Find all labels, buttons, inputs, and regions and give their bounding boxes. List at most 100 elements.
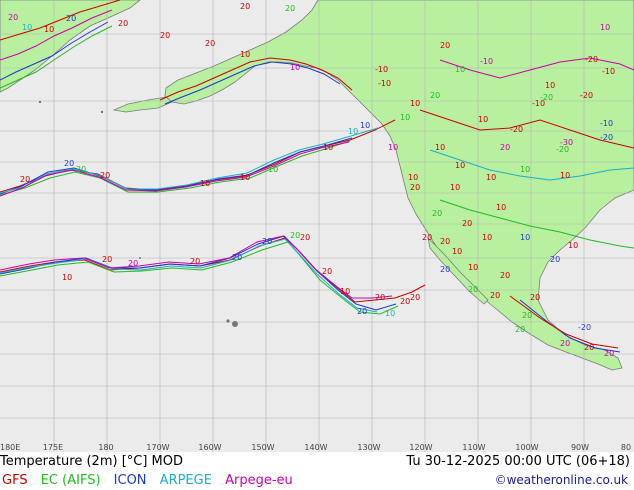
contour-value-label: 20 — [422, 233, 432, 242]
contour-value-label: -20 — [585, 55, 598, 64]
contour-value-label: 10 — [450, 183, 460, 192]
contour-value-label: 10 — [22, 23, 32, 32]
contour-value-label: 10 — [240, 50, 250, 59]
hawaii-island-big — [232, 321, 238, 327]
aleutian-island-2 — [100, 110, 104, 114]
contour-value-label: 10 — [468, 263, 478, 272]
contour-value-label: 20 — [160, 31, 170, 40]
contour-value-label: 10 — [323, 143, 333, 152]
weather-map-figure: 20 20 20 10 10 20 20 20 20 10 10 -10 20 10 10 -20 -20 -10… — [0, 0, 634, 490]
contour-value-label: 10 — [452, 247, 462, 256]
contour-value-label: 10 — [385, 309, 395, 318]
contour-value-label: 20 — [66, 14, 76, 23]
valid-time: Tu 30-12-2025 00:00 UTC (06+18) — [406, 454, 630, 469]
contour-value-label: 10 — [340, 287, 350, 296]
contour-value-label: -20 — [510, 125, 523, 134]
contour-value-label: -10 — [602, 67, 615, 76]
legend-gfs: GFS — [2, 473, 28, 488]
contour-value-label: 20 — [440, 265, 450, 274]
legend-icon: ICON — [113, 473, 147, 488]
contour-value-label: 10 — [520, 165, 530, 174]
contour-value-label: 10 — [408, 173, 418, 182]
contour-value-label: 20 — [205, 39, 215, 48]
lon-tick-label: 170W — [146, 443, 169, 452]
hawaii-island-small — [226, 319, 230, 323]
lon-tick-label: 175E — [43, 443, 63, 452]
contour-value-label: 20 — [240, 2, 250, 11]
contour-value-label: 10 — [486, 173, 496, 182]
contour-value-label: 10 — [200, 179, 210, 188]
contour-value-label: 20 — [322, 267, 332, 276]
contour-value-label: 20 — [262, 237, 272, 246]
contour-value-label: 20 — [102, 255, 112, 264]
contour-value-label: 20 — [190, 257, 200, 266]
contour-value-label: 20 — [560, 339, 570, 348]
contour-value-label: 10 — [496, 203, 506, 212]
contour-value-label: 20 — [285, 4, 295, 13]
contour-value-label: -10 — [600, 119, 613, 128]
contour-value-label: 20 — [490, 291, 500, 300]
contour-value-label: 20 — [500, 143, 510, 152]
contour-value-label: 20 — [604, 349, 614, 358]
contour-value-label: 10 — [545, 81, 555, 90]
contour-value-label: 20 — [468, 285, 478, 294]
contour-value-label: 10 — [520, 233, 530, 242]
contour-value-label: 10 — [348, 127, 358, 136]
contour-value-label: 20 — [300, 233, 310, 242]
contour-value-label: -20 — [556, 145, 569, 154]
lon-tick-label: 180E — [0, 443, 20, 452]
contour-value-label: 10 — [478, 115, 488, 124]
lon-tick-label: 160W — [198, 443, 221, 452]
legend-arpege-eu: Arpege-eu — [225, 473, 293, 488]
contour-value-label: 10 — [600, 23, 610, 32]
lon-tick-label: 180 — [98, 443, 113, 452]
contour-value-label: 20 — [515, 325, 525, 334]
contour-value-label: 10 — [44, 25, 54, 34]
aleutian-island-1 — [38, 100, 42, 104]
contour-value-label: -20 — [578, 323, 591, 332]
legend-arpege: ARPEGE — [159, 473, 212, 488]
contour-value-label: -10 — [375, 65, 388, 74]
contour-value-label: 20 — [76, 165, 86, 174]
contour-value-label: 20 — [530, 293, 540, 302]
contour-value-label: 20 — [432, 209, 442, 218]
contour-value-label: 10 — [410, 99, 420, 108]
contour-value-label: 10 — [290, 63, 300, 72]
contour-value-label: 20 — [20, 175, 30, 184]
contour-value-label: -20 — [600, 133, 613, 142]
temperature-contour-map: 20 202010 10202020201010 -10201010-20-20-10… — [0, 0, 634, 452]
contour-value-label: 10 — [568, 241, 578, 250]
contour-value-label: 20 — [410, 293, 420, 302]
contour-value-label: 20 — [64, 159, 74, 168]
contour-value-label: 20 — [522, 311, 532, 320]
contour-value-label: 10 — [560, 171, 570, 180]
midway-island — [139, 257, 141, 259]
contour-value-label: 10 — [360, 121, 370, 130]
contour-value-label: -10 — [378, 79, 391, 88]
contour-value-label: 10 — [400, 113, 410, 122]
lon-tick-label: 110W — [462, 443, 485, 452]
contour-value-label: 10 — [268, 165, 278, 174]
contour-value-label: 20 — [584, 343, 594, 352]
contour-value-label: 10 — [482, 233, 492, 242]
model-legend: GFS EC (AIFS) ICON ARPEGE Arpege-eu — [2, 473, 302, 488]
contour-value-label: 20 — [128, 259, 138, 268]
contour-value-label: 10 — [455, 65, 465, 74]
contour-value-label: 20 — [400, 297, 410, 306]
contour-value-label: 20 — [232, 253, 242, 262]
contour-value-label: 20 — [430, 91, 440, 100]
contour-value-label: 20 — [440, 237, 450, 246]
contour-value-label: 10 — [435, 143, 445, 152]
contour-value-label: 20 — [462, 219, 472, 228]
lon-tick-label: 150W — [251, 443, 274, 452]
contour-value-label: 10 — [388, 143, 398, 152]
legend-ec-aifs: EC (AIFS) — [40, 473, 101, 488]
contour-value-label: 20 — [8, 13, 18, 22]
contour-value-label: 10 — [455, 161, 465, 170]
contour-value-label: 20 — [375, 293, 385, 302]
footer: Temperature (2m) [°C] MOD Tu 30-12-2025 … — [0, 452, 634, 490]
contour-value-label: 20 — [440, 41, 450, 50]
credit-link[interactable]: ©weatheronline.co.uk — [495, 473, 628, 488]
contour-value-label: 20 — [118, 19, 128, 28]
contour-value-label: -10 — [480, 57, 493, 66]
